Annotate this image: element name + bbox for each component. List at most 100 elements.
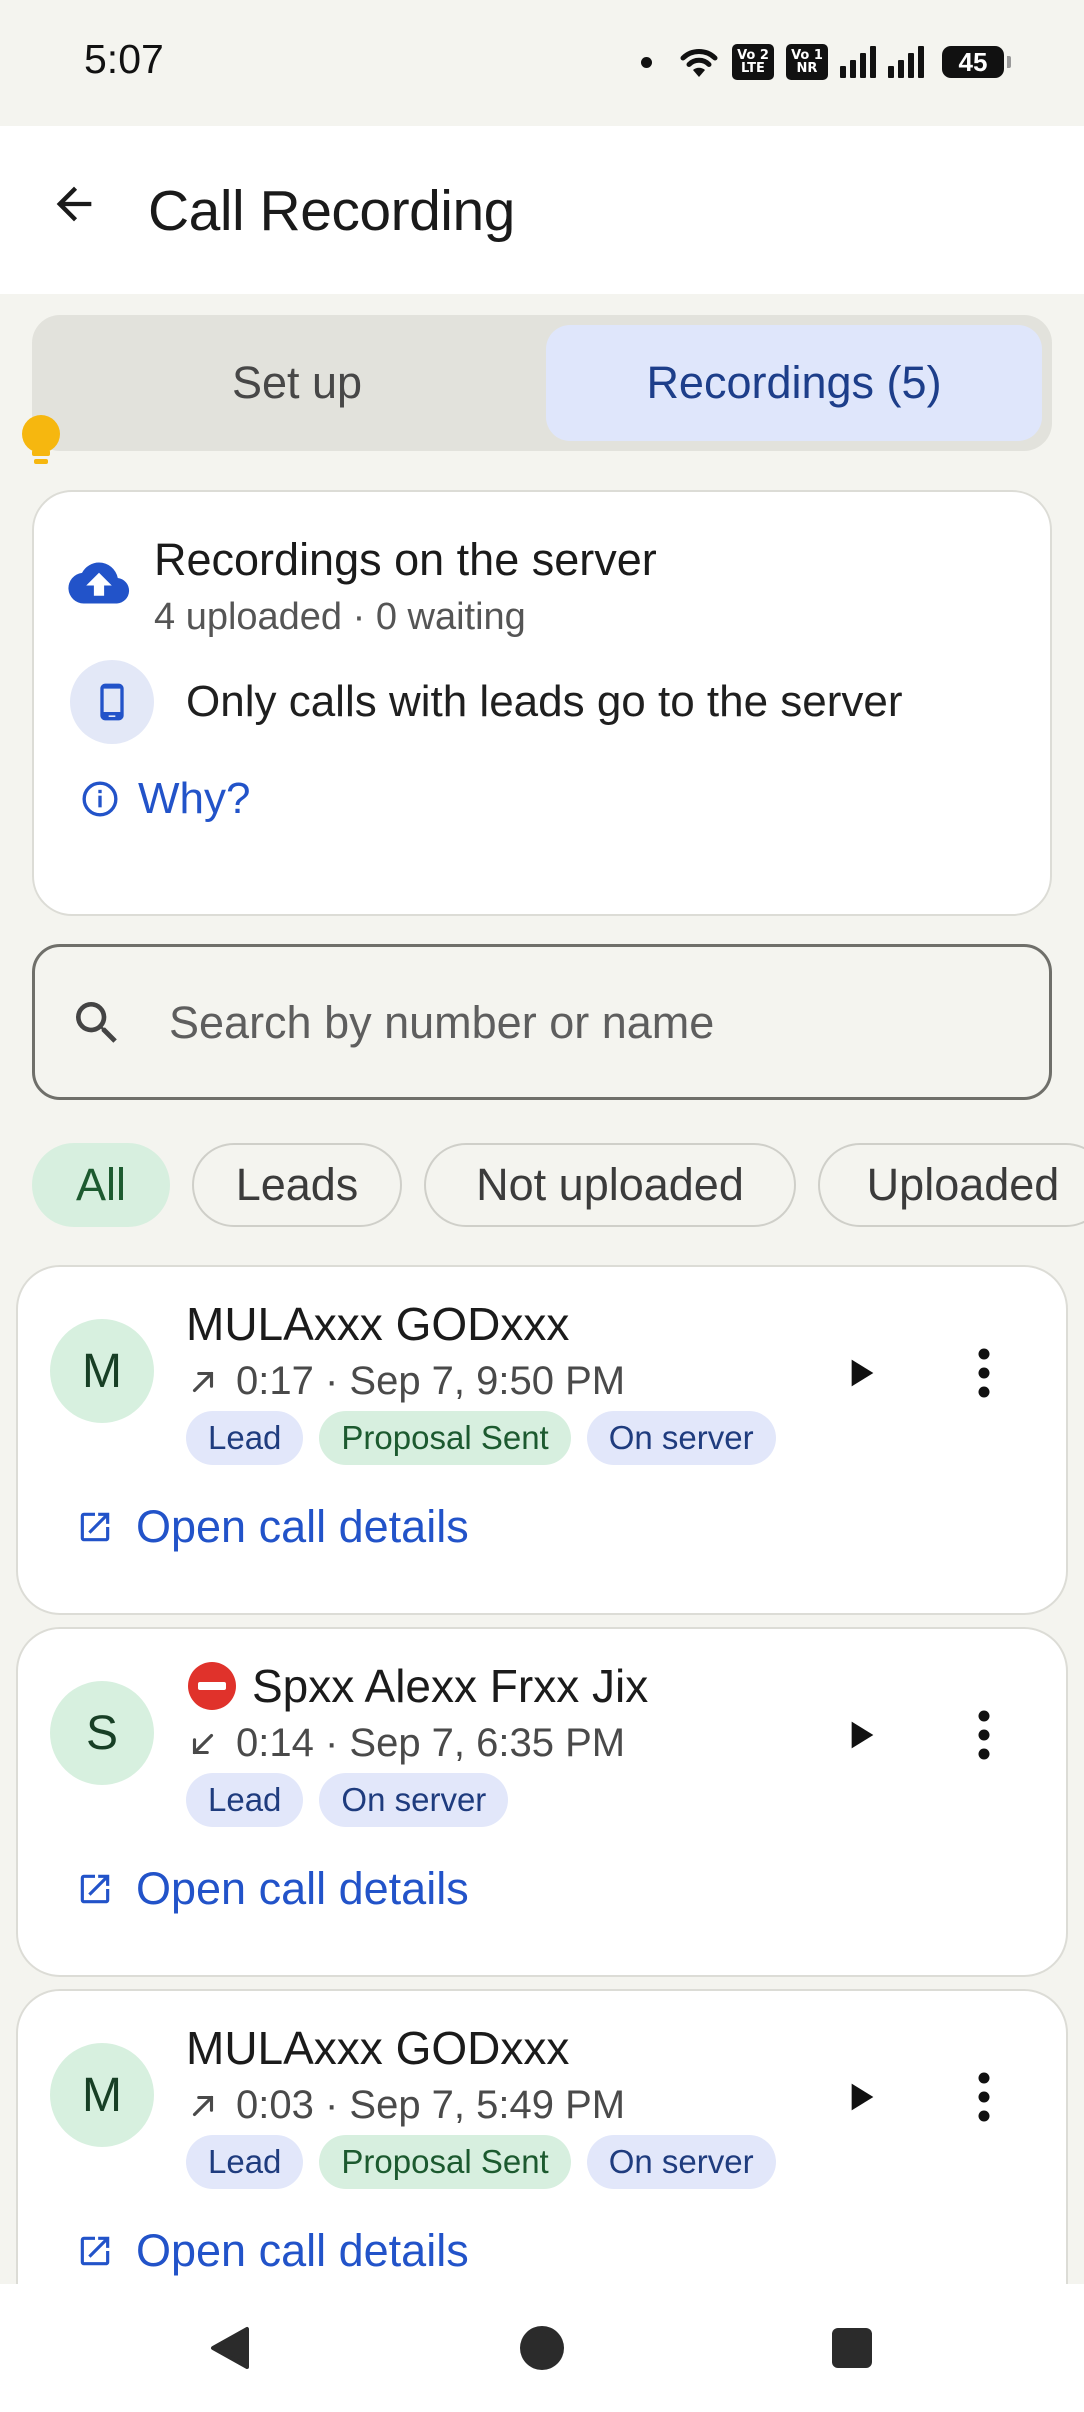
nav-back-icon	[205, 2323, 255, 2373]
search-input[interactable]	[169, 987, 1029, 1059]
segmented-tabs: Set up Recordings (5)	[32, 315, 1052, 451]
nav-home-icon	[518, 2324, 566, 2372]
nav-recents-button[interactable]	[818, 2314, 886, 2382]
tab-setup[interactable]: Set up	[42, 325, 552, 441]
volte-sim1-icon: Vo 1 NR	[786, 44, 828, 80]
open-call-details-label: Open call details	[136, 1501, 469, 1553]
contact-name-text: MULAxxx GODxxx	[186, 2021, 569, 2075]
cloud-upload-icon	[68, 560, 130, 606]
open-in-new-icon	[76, 1870, 114, 1908]
nav-back-button[interactable]	[196, 2314, 264, 2382]
signal-sim2-icon	[888, 46, 924, 78]
tag-list: Lead Proposal Sent On server	[186, 1411, 776, 1465]
page-title: Call Recording	[148, 178, 515, 244]
filter-chip-uploaded[interactable]: Uploaded	[818, 1143, 1084, 1227]
open-call-details-link[interactable]: Open call details	[76, 1863, 469, 1915]
contact-name: Spxx Alexx Frxx Jix	[186, 1659, 648, 1713]
status-bar: 5:07 Vo 2 LTE Vo 1 NR 45	[0, 0, 1084, 126]
tag-lead: Lead	[186, 1773, 303, 1827]
open-call-details-link[interactable]: Open call details	[76, 2225, 469, 2277]
play-icon	[840, 1353, 880, 1393]
more-vert-icon	[976, 1347, 992, 1399]
more-vert-icon	[976, 1709, 992, 1761]
contact-name: MULAxxx GODxxx	[186, 2021, 569, 2075]
tag-on-server: On server	[319, 1773, 508, 1827]
why-link[interactable]: Why?	[80, 774, 250, 824]
open-call-details-link[interactable]: Open call details	[76, 1501, 469, 1553]
more-options-button[interactable]	[948, 1333, 1020, 1413]
contact-name-text: MULAxxx GODxxx	[186, 1297, 569, 1351]
filter-chip-all[interactable]: All	[32, 1143, 170, 1227]
avatar: S	[50, 1681, 154, 1785]
call-meta: 0:17 · Sep 7, 9:50 PM	[186, 1359, 625, 1404]
avatar: M	[50, 1319, 154, 1423]
nav-recents-icon	[830, 2326, 874, 2370]
tag-lead: Lead	[186, 1411, 303, 1465]
tag-list: Lead On server	[186, 1773, 508, 1827]
lightbulb-icon[interactable]	[18, 414, 64, 470]
contact-name: MULAxxx GODxxx	[186, 1297, 569, 1351]
server-info-card: Recordings on the server 4 uploaded · 0 …	[32, 490, 1052, 916]
open-in-new-icon	[76, 2232, 114, 2270]
outgoing-call-icon	[186, 2089, 220, 2123]
wifi-icon	[678, 45, 720, 79]
nav-home-button[interactable]	[508, 2314, 576, 2382]
arrow-back-icon	[48, 178, 100, 230]
more-vert-icon	[976, 2071, 992, 2123]
play-button[interactable]	[824, 1699, 896, 1771]
back-button[interactable]	[38, 168, 110, 240]
open-call-details-label: Open call details	[136, 1863, 469, 1915]
server-info-title: Recordings on the server	[154, 534, 657, 586]
play-button[interactable]	[824, 2061, 896, 2133]
outgoing-call-icon	[186, 1365, 220, 1399]
recording-card[interactable]: S Spxx Alexx Frxx Jix 0:14 · Sep 7, 6:35…	[16, 1627, 1068, 1977]
filter-chips: All Leads Not uploaded Uploaded	[32, 1143, 1084, 1227]
play-button[interactable]	[824, 1337, 896, 1409]
notification-dot-icon	[641, 57, 652, 68]
avatar: M	[50, 2043, 154, 2147]
tag-on-server: On server	[587, 2135, 776, 2189]
play-icon	[840, 2077, 880, 2117]
sim1-bottom: NR	[797, 62, 818, 75]
call-meta: 0:03 · Sep 7, 5:49 PM	[186, 2083, 625, 2128]
call-meta: 0:14 · Sep 7, 6:35 PM	[186, 1721, 625, 1766]
filter-chip-not-uploaded[interactable]: Not uploaded	[424, 1143, 796, 1227]
open-call-details-label: Open call details	[136, 2225, 469, 2277]
call-meta-text: 0:17 · Sep 7, 9:50 PM	[236, 1359, 625, 1404]
call-meta-text: 0:14 · Sep 7, 6:35 PM	[236, 1721, 625, 1766]
server-info-note: Only calls with leads go to the server	[186, 677, 903, 727]
info-icon	[80, 779, 120, 819]
play-icon	[840, 1715, 880, 1755]
phone-icon-badge	[70, 660, 154, 744]
battery-icon: 45	[942, 46, 1004, 78]
call-meta-text: 0:03 · Sep 7, 5:49 PM	[236, 2083, 625, 2128]
battery-level: 45	[959, 47, 988, 78]
tag-on-server: On server	[587, 1411, 776, 1465]
signal-sim1-icon	[840, 46, 876, 78]
smartphone-icon	[92, 682, 132, 722]
tag-proposal-sent: Proposal Sent	[319, 2135, 570, 2189]
screen: 5:07 Vo 2 LTE Vo 1 NR 45	[0, 0, 1084, 2412]
incoming-call-icon	[186, 1727, 220, 1761]
more-options-button[interactable]	[948, 1695, 1020, 1775]
search-icon	[69, 995, 125, 1051]
server-info-subtitle: 4 uploaded · 0 waiting	[154, 596, 526, 639]
sim2-bottom: LTE	[741, 62, 765, 75]
open-in-new-icon	[76, 1508, 114, 1546]
tag-lead: Lead	[186, 2135, 303, 2189]
why-label: Why?	[138, 774, 250, 824]
volte-sim2-icon: Vo 2 LTE	[732, 44, 774, 80]
tab-recordings[interactable]: Recordings (5)	[546, 325, 1042, 441]
status-time: 5:07	[84, 36, 164, 83]
blocked-icon	[186, 1660, 238, 1712]
tag-list: Lead Proposal Sent On server	[186, 2135, 776, 2189]
app-bar: Call Recording	[0, 126, 1084, 294]
more-options-button[interactable]	[948, 2057, 1020, 2137]
system-nav-bar	[0, 2284, 1084, 2412]
recording-card[interactable]: M MULAxxx GODxxx 0:17 · Sep 7, 9:50 PM L…	[16, 1265, 1068, 1615]
status-icons: Vo 2 LTE Vo 1 NR 45	[641, 44, 1004, 80]
filter-chip-leads[interactable]: Leads	[192, 1143, 402, 1227]
search-box[interactable]	[32, 944, 1052, 1100]
tag-proposal-sent: Proposal Sent	[319, 1411, 570, 1465]
contact-name-text: Spxx Alexx Frxx Jix	[252, 1659, 648, 1713]
